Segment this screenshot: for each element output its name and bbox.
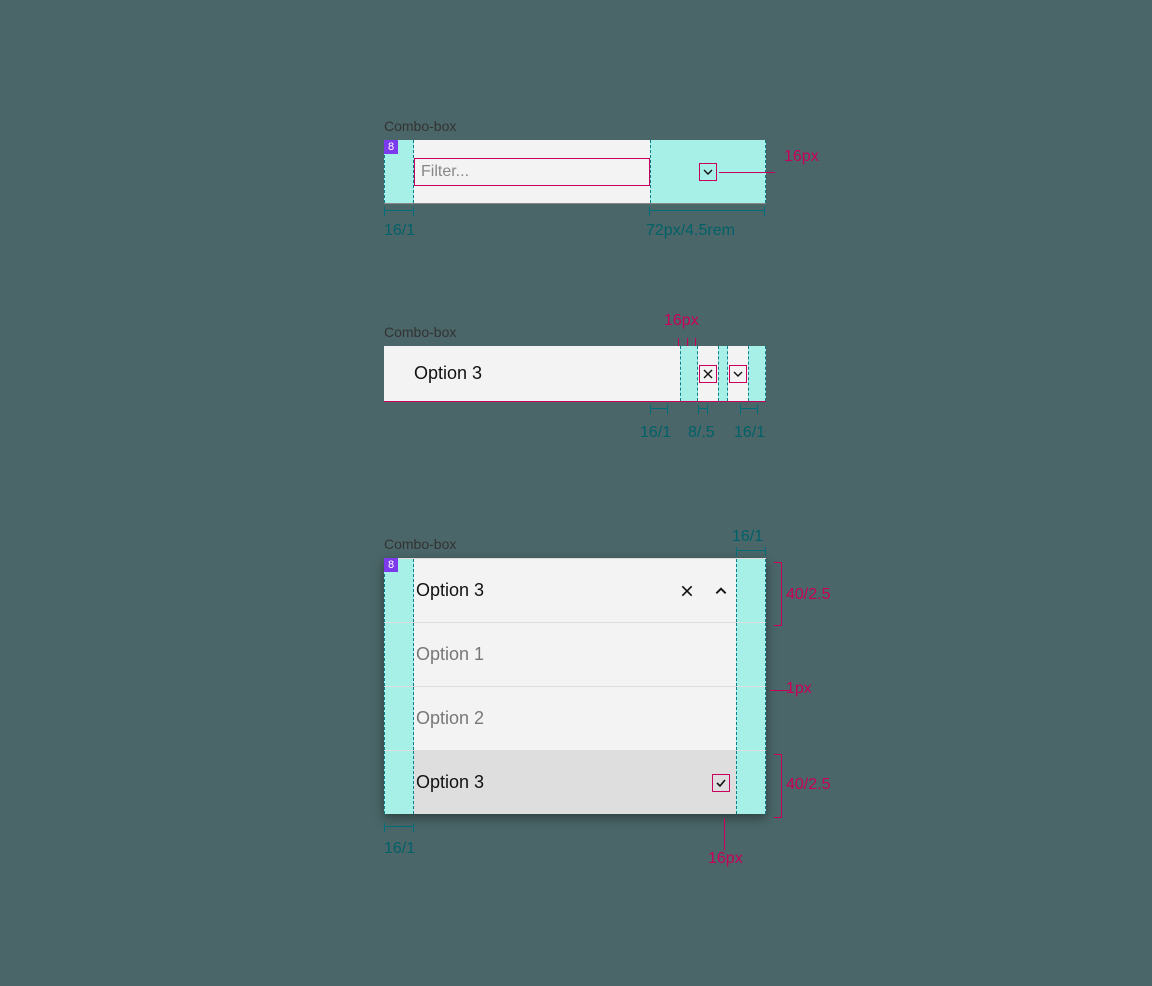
combobox-selected[interactable]: Option 3 [384, 346, 766, 402]
selected-value: Option 3 [414, 363, 482, 384]
measure-icon-size: 16px [784, 148, 819, 166]
measure-gap2: 8/.5 [688, 424, 715, 442]
badge-8-b: 8 [384, 558, 398, 572]
option-label: Option 3 [416, 772, 712, 793]
measure-bottom-left: 16/1 [384, 840, 415, 858]
combobox-label-3: Combo-box [384, 536, 864, 552]
measure-gap1: 16/1 [640, 424, 671, 442]
option-label: Option 1 [416, 644, 736, 665]
measure-top-right: 16/1 [732, 528, 763, 546]
list-item-selected[interactable]: Option 3 [384, 750, 766, 814]
combobox-header-row[interactable]: Option 3 [384, 558, 766, 622]
measure-row-h1: 40/2.5 [786, 586, 830, 604]
option-label: Option 2 [416, 708, 736, 729]
measure-row-h2: 40/2.5 [786, 776, 830, 794]
close-icon[interactable] [678, 582, 696, 600]
chevron-down-icon[interactable] [729, 365, 747, 383]
chevron-up-icon[interactable] [712, 582, 730, 600]
filter-placeholder: Filter... [421, 163, 469, 181]
measure-right-zone: 72px/4.5rem [646, 222, 735, 240]
filter-input[interactable]: Filter... [414, 158, 650, 186]
close-icon[interactable] [699, 365, 717, 383]
chevron-down-icon[interactable] [699, 163, 717, 181]
list-item[interactable]: Option 2 [384, 686, 766, 750]
measure-icon-size-2: 16px [664, 312, 699, 330]
measure-check-icon: 16px [708, 850, 743, 868]
combobox-label-2: Combo-box [384, 324, 804, 340]
measure-gap3: 16/1 [734, 424, 765, 442]
combobox-label: Combo-box [384, 118, 804, 134]
badge-8: 8 [384, 140, 398, 154]
header-value: Option 3 [416, 580, 678, 601]
measure-divider: 1px [786, 680, 812, 698]
measure-left-col: 16/1 [384, 222, 415, 240]
combobox-open: 8 Option 3 Option 1 [384, 558, 766, 814]
combobox-filter[interactable]: 8 Filter... [384, 140, 766, 204]
checkmark-icon [712, 774, 730, 792]
list-item[interactable]: Option 1 [384, 622, 766, 686]
